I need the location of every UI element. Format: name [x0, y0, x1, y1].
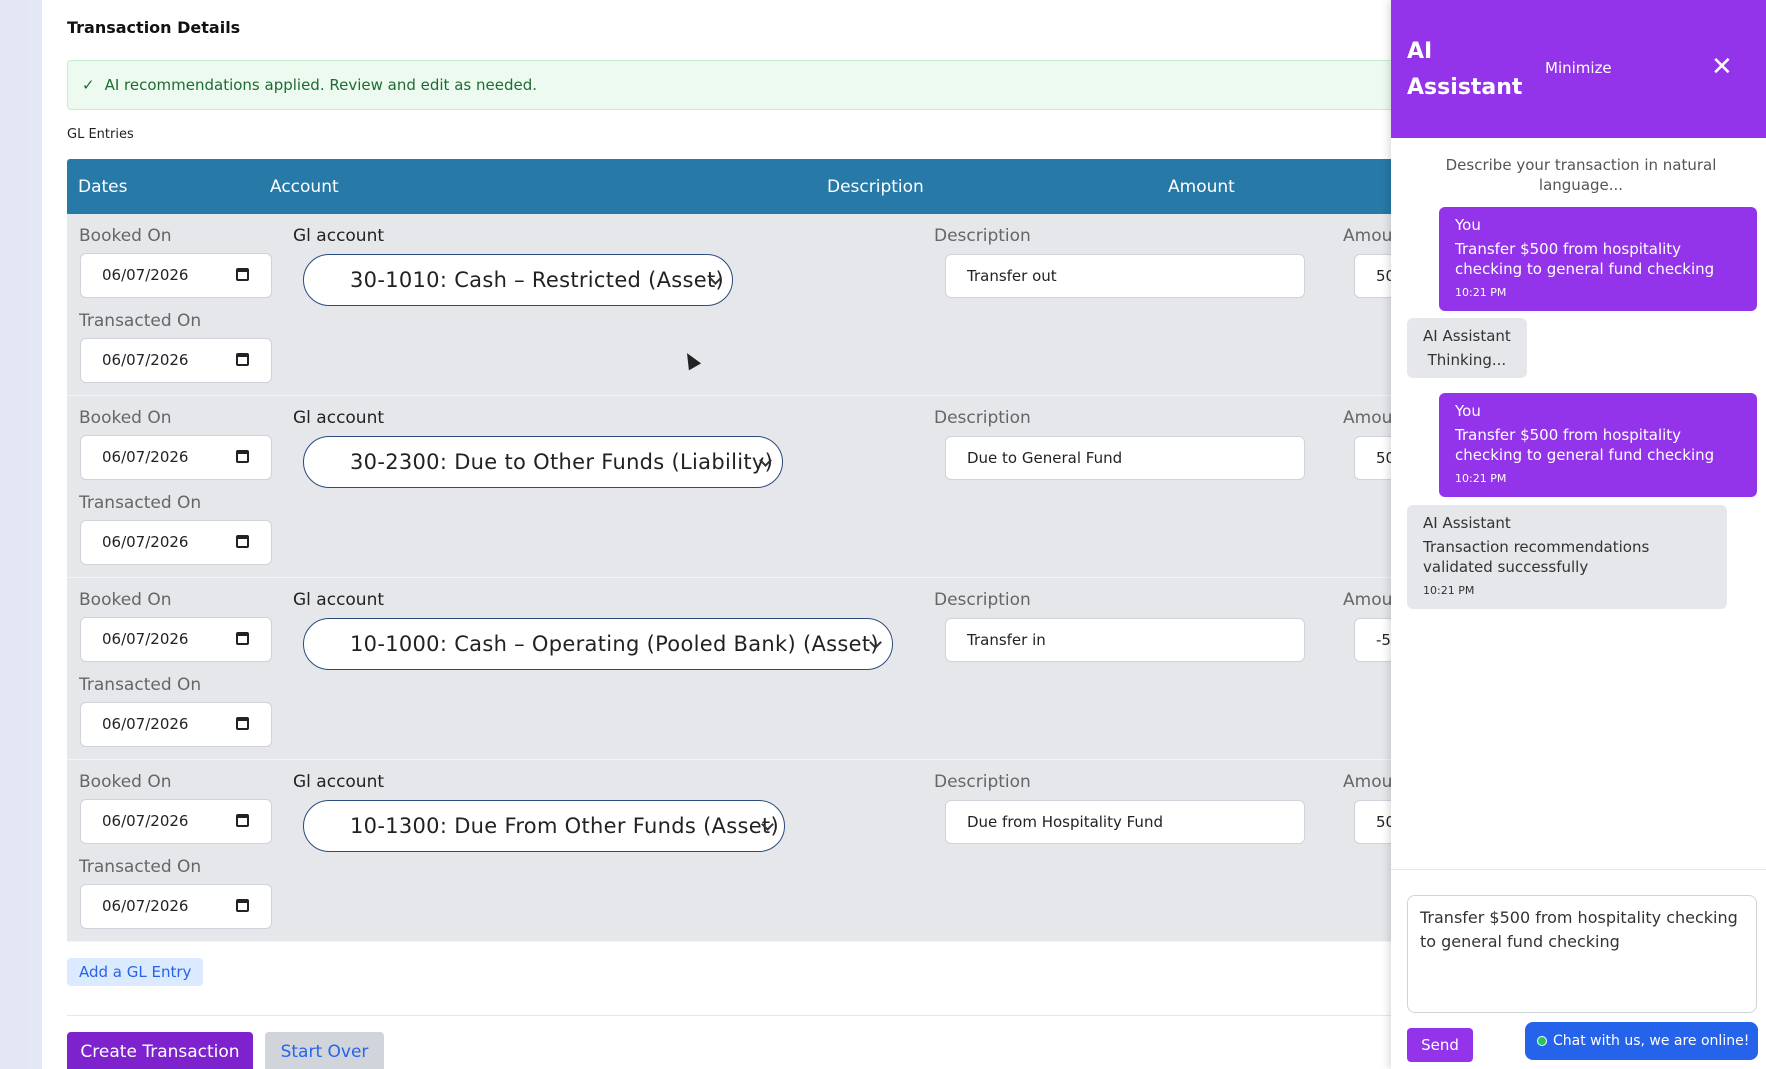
message-time: 10:21 PM	[1455, 286, 1507, 299]
message-time: 10:21 PM	[1423, 584, 1475, 597]
chat-input[interactable]: Transfer $500 from hospitality checking …	[1407, 895, 1757, 1013]
transacted-on-label: Transacted On	[79, 311, 202, 331]
table-row: Booked On 06/07/2026 Transacted On 06/07…	[67, 760, 1484, 942]
booked-on-input[interactable]: 06/07/2026	[80, 435, 272, 480]
left-sidebar-strip	[0, 0, 28, 1069]
header-account: Account	[270, 177, 339, 197]
chat-message-user: You Transfer $500 from hospitality check…	[1439, 207, 1757, 311]
calendar-icon[interactable]	[236, 899, 249, 912]
transacted-on-input[interactable]: 06/07/2026	[80, 702, 272, 747]
send-button[interactable]: Send	[1407, 1028, 1473, 1062]
table-row: Booked On 06/07/2026 Transacted On 06/07…	[67, 396, 1484, 578]
assistant-header: AI Assistant Minimize ✕	[1391, 0, 1766, 138]
gl-account-select[interactable]: 30-1010: Cash – Restricted (Asset)	[303, 254, 733, 306]
message-sender: You	[1455, 216, 1481, 234]
gl-account-value: 30-2300: Due to Other Funds (Liability)	[350, 450, 774, 474]
description-label: Description	[934, 590, 1031, 610]
gl-account-value: 30-1010: Cash – Restricted (Asset)	[350, 268, 725, 292]
gl-account-value: 10-1300: Due From Other Funds (Asset)	[350, 814, 779, 838]
minimize-button[interactable]: Minimize	[1545, 59, 1612, 77]
live-chat-button[interactable]: Chat with us, we are online!	[1525, 1022, 1758, 1060]
calendar-icon[interactable]	[236, 353, 249, 366]
divider	[67, 1015, 1467, 1016]
ai-assistant-panel: AI Assistant Minimize ✕ Describe your tr…	[1391, 0, 1766, 1069]
table-header: Dates Account Description Amount	[67, 159, 1467, 214]
section-title: Transaction Details	[67, 18, 241, 37]
transacted-on-input[interactable]: 06/07/2026	[80, 520, 272, 565]
gl-account-value: 10-1000: Cash – Operating (Pooled Bank) …	[350, 632, 879, 656]
date-value: 06/07/2026	[102, 533, 189, 551]
description-input[interactable]: Transfer out	[945, 254, 1305, 298]
calendar-icon[interactable]	[236, 632, 249, 645]
gl-account-select[interactable]: 10-1300: Due From Other Funds (Asset)	[303, 800, 785, 852]
table-row: Booked On 06/07/2026 Transacted On 06/07…	[67, 578, 1484, 760]
description-input[interactable]: Due from Hospitality Fund	[945, 800, 1305, 844]
close-icon[interactable]: ✕	[1711, 52, 1733, 82]
description-label: Description	[934, 772, 1031, 792]
header-amount: Amount	[1168, 177, 1235, 197]
calendar-icon[interactable]	[236, 450, 249, 463]
gl-account-label: Gl account	[293, 408, 385, 428]
assistant-title: AI Assistant	[1407, 39, 1523, 100]
message-text: Thinking...	[1427, 351, 1507, 369]
date-value: 06/07/2026	[102, 351, 189, 369]
online-status-icon	[1537, 1036, 1547, 1046]
table-row: Booked On 06/07/2026 Transacted On 06/07…	[67, 214, 1484, 396]
calendar-icon[interactable]	[236, 717, 249, 730]
booked-on-label: Booked On	[79, 408, 172, 428]
chat-message-user: You Transfer $500 from hospitality check…	[1439, 393, 1757, 497]
transacted-on-label: Transacted On	[79, 675, 202, 695]
create-transaction-button[interactable]: Create Transaction	[67, 1032, 253, 1069]
message-sender: AI Assistant	[1423, 327, 1511, 345]
gl-entries-table: Dates Account Description Amount Booked …	[67, 159, 1484, 942]
chat-message-ai: AI Assistant Transaction recommendations…	[1407, 505, 1727, 609]
assistant-footer: Transfer $500 from hospitality checking …	[1391, 869, 1766, 1069]
date-value: 06/07/2026	[102, 715, 189, 733]
message-sender: AI Assistant	[1423, 514, 1511, 532]
booked-on-input[interactable]: 06/07/2026	[80, 253, 272, 298]
message-sender: You	[1455, 402, 1481, 420]
transacted-on-input[interactable]: 06/07/2026	[80, 884, 272, 929]
booked-on-label: Booked On	[79, 590, 172, 610]
chat-message-ai: AI Assistant Thinking...	[1407, 318, 1527, 378]
message-time: 10:21 PM	[1455, 472, 1507, 485]
message-text: Transaction recommendations validated su…	[1423, 538, 1650, 576]
description-label: Description	[934, 408, 1031, 428]
gl-entries-label: GL Entries	[67, 127, 134, 142]
booked-on-input[interactable]: 06/07/2026	[80, 799, 272, 844]
message-text: Transfer $500 from hospitality checking …	[1455, 426, 1715, 464]
message-text: Transfer $500 from hospitality checking …	[1455, 240, 1715, 278]
success-alert: ✓ AI recommendations applied. Review and …	[67, 60, 1467, 110]
description-label: Description	[934, 226, 1031, 246]
date-value: 06/07/2026	[102, 266, 189, 284]
gl-account-label: Gl account	[293, 226, 385, 246]
booked-on-label: Booked On	[79, 226, 172, 246]
date-value: 06/07/2026	[102, 897, 189, 915]
calendar-icon[interactable]	[236, 814, 249, 827]
gl-account-label: Gl account	[293, 772, 385, 792]
calendar-icon[interactable]	[236, 268, 249, 281]
date-value: 06/07/2026	[102, 448, 189, 466]
header-dates: Dates	[78, 177, 128, 197]
description-input[interactable]: Due to General Fund	[945, 436, 1305, 480]
start-over-button[interactable]: Start Over	[265, 1032, 384, 1069]
transacted-on-label: Transacted On	[79, 493, 202, 513]
description-input[interactable]: Transfer in	[945, 618, 1305, 662]
transacted-on-label: Transacted On	[79, 857, 202, 877]
add-gl-entry-button[interactable]: Add a GL Entry	[67, 958, 204, 986]
assistant-hint: Describe your transaction in natural lan…	[1445, 156, 1717, 194]
live-chat-label: Chat with us, we are online!	[1553, 1033, 1750, 1049]
booked-on-label: Booked On	[79, 772, 172, 792]
gl-account-select[interactable]: 30-2300: Due to Other Funds (Liability)	[303, 436, 783, 488]
calendar-icon[interactable]	[236, 535, 249, 548]
alert-text: AI recommendations applied. Review and e…	[104, 76, 537, 94]
gl-account-select[interactable]: 10-1000: Cash – Operating (Pooled Bank) …	[303, 618, 893, 670]
date-value: 06/07/2026	[102, 812, 189, 830]
date-value: 06/07/2026	[102, 630, 189, 648]
booked-on-input[interactable]: 06/07/2026	[80, 617, 272, 662]
header-description: Description	[827, 177, 924, 197]
gl-account-label: Gl account	[293, 590, 385, 610]
transacted-on-input[interactable]: 06/07/2026	[80, 338, 272, 383]
check-icon: ✓	[82, 76, 95, 94]
